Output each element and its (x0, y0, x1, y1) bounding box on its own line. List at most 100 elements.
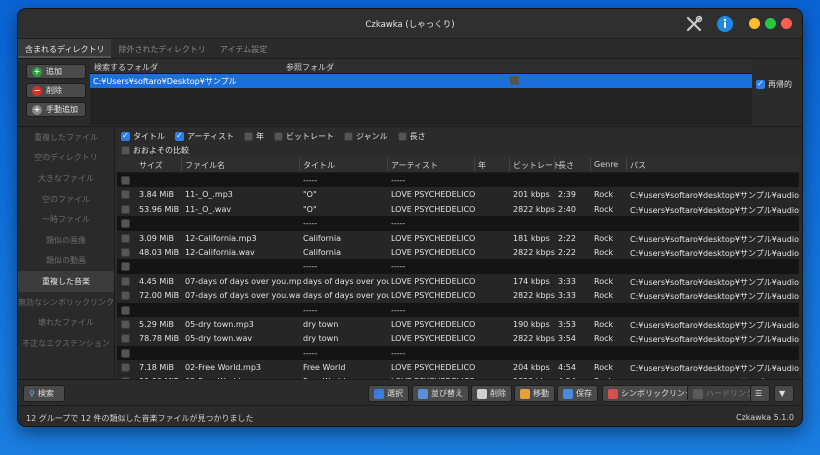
cell-genre: Rock (594, 334, 614, 344)
cell-length: 3:33 (558, 291, 576, 301)
cell-filename: 02-Free World.mp3 (185, 363, 262, 373)
cell-bitrate: 174 kbps (513, 276, 550, 286)
sidebar-item-similar-videos[interactable]: 類似の動画 (18, 251, 114, 272)
row-checkbox[interactable] (121, 305, 130, 315)
reference-folder-checkbox[interactable] (510, 76, 519, 85)
group-header-row[interactable]: ----- ----- (117, 302, 799, 317)
sidebar-item-broken-files[interactable]: 壊れたファイル (18, 312, 114, 333)
settings-tools-icon[interactable] (685, 15, 703, 33)
group-header-row[interactable]: ----- ----- (117, 173, 799, 188)
select-button[interactable]: 選択 (368, 385, 409, 402)
row-checkbox[interactable] (121, 190, 130, 200)
panel-icon: ☰ (755, 389, 763, 398)
row-checkbox[interactable] (121, 247, 130, 257)
toggle-panel-button[interactable]: ☰ (750, 385, 770, 402)
col-filename[interactable]: ファイル名 (181, 158, 225, 171)
cell-title: ----- (303, 176, 318, 185)
minimize-button[interactable] (749, 18, 760, 29)
row-checkbox[interactable] (121, 219, 130, 229)
cell-bitrate: 2822 kbps (513, 291, 555, 301)
col-path[interactable]: パス (626, 158, 646, 171)
table-row[interactable]: 5.29 MiB 05-dry town.mp3 dry town LOVE PSYC… (117, 316, 799, 332)
table-row[interactable]: 78.78 MiB 05-dry town.wav dry town LOVE PSY… (117, 331, 799, 346)
cell-genre: Rock (594, 276, 614, 286)
sidebar-item-invalid-symlinks[interactable]: 無効なシンボリックリンク (18, 292, 114, 313)
group-header-row[interactable]: ----- ----- (117, 216, 799, 231)
table-row[interactable]: 7.18 MiB 02-Free World.mp3 Free World LOVE … (117, 360, 799, 375)
filter-genre[interactable]: ジャンル (344, 131, 388, 142)
close-button[interactable] (781, 18, 792, 29)
move-button[interactable]: 移動 (514, 385, 555, 402)
recursive-checkbox[interactable] (756, 79, 765, 89)
row-checkbox[interactable] (121, 363, 130, 373)
table-row[interactable]: 4.45 MiB 07-days of days over you.mp3 days… (117, 273, 799, 289)
tab-item-settings[interactable]: アイテム設定 (213, 39, 274, 58)
sidebar-item-bad-extensions[interactable]: 不正なエクステンション (18, 333, 114, 354)
cell-length: 4:54 (558, 363, 576, 373)
row-checkbox[interactable] (121, 276, 130, 286)
sidebar-item-duplicate-music[interactable]: 重複した音楽 (18, 271, 114, 292)
cell-size: 72.00 MiB (139, 291, 180, 301)
row-checkbox[interactable] (121, 319, 130, 329)
sidebar-item-big-files[interactable]: 大きなファイル (18, 168, 114, 189)
group-header-row[interactable]: ----- ----- (117, 259, 799, 274)
cell-artist: LOVE PSYCHEDELICO (391, 363, 476, 373)
row-checkbox[interactable] (121, 348, 130, 358)
filter-bitrate[interactable]: ビットレート (274, 131, 334, 142)
table-row[interactable]: 3.09 MiB 12-California.mp3 California LOVE … (117, 230, 799, 245)
table-row[interactable]: 53.96 MiB 11-_O_.wav "O" LOVE PSYCHEDELICO 2… (117, 201, 799, 217)
maximize-button[interactable] (765, 18, 776, 29)
row-checkbox[interactable] (121, 291, 130, 301)
sidebar-item-similar-images[interactable]: 類似の画像 (18, 230, 114, 251)
table-row[interactable]: 48.03 MiB 12-California.wav California LOVE… (117, 244, 799, 260)
symlink-button[interactable]: シンボリックリンク (602, 385, 699, 402)
filter-title[interactable]: タイトル (121, 131, 165, 142)
group-header-row[interactable]: ----- ----- (117, 345, 799, 361)
cell-artist: ----- (391, 348, 406, 358)
col-year[interactable]: 年 (474, 158, 486, 171)
filter-approximate[interactable]: おおよその比較 (121, 145, 189, 156)
tool-sidebar: 重複したファイル 空のディレクトリ 大きなファイル 空のファイル 一時ファイル … (18, 127, 115, 380)
cell-filename: 11-_O_.wav (185, 204, 232, 214)
row-checkbox[interactable] (121, 204, 130, 214)
sort-button[interactable]: 並び替え (412, 385, 469, 402)
cell-artist: LOVE PSYCHEDELICO (391, 334, 476, 344)
about-info-icon[interactable] (716, 15, 734, 33)
row-checkbox[interactable] (121, 262, 130, 272)
filter-year[interactable]: 年 (244, 131, 264, 142)
tab-included-directories[interactable]: 含まれるディレクトリ (18, 39, 112, 58)
sidebar-item-temporary-files[interactable]: 一時ファイル (18, 209, 114, 230)
col-title[interactable]: タイトル (299, 158, 335, 171)
col-search-folder[interactable]: 検索するフォルダ (94, 62, 158, 73)
table-row[interactable]: 3.84 MiB 11-_O_.mp3 "O" LOVE PSYCHEDELICO 20… (117, 187, 799, 202)
tab-excluded-directories[interactable]: 除外されたディレクトリ (111, 39, 212, 58)
remove-directory-button[interactable]: − 削除 (26, 83, 86, 98)
row-checkbox[interactable] (121, 233, 130, 243)
table-row[interactable]: 72.00 MiB 07-days of days over you.wav day… (117, 288, 799, 303)
sidebar-item-duplicate-files[interactable]: 重複したファイル (18, 127, 114, 148)
col-genre[interactable]: Genre (589, 158, 618, 171)
save-button[interactable]: 保存 (557, 385, 598, 402)
col-length[interactable]: 長さ (554, 158, 574, 171)
sidebar-item-empty-directories[interactable]: 空のディレクトリ (18, 148, 114, 169)
manual-add-label: 手動追加 (46, 105, 78, 114)
results-content: タイトル アーティスト 年 ビットレート ジャンル 長さ おおよその比較 サイズ… (117, 127, 799, 380)
row-checkbox[interactable] (121, 176, 130, 185)
manual-add-button[interactable]: + 手動追加 (26, 102, 86, 117)
row-checkbox[interactable] (121, 334, 130, 344)
delete-button[interactable]: 削除 (471, 385, 512, 402)
sidebar-item-empty-files[interactable]: 空のファイル (18, 189, 114, 210)
cell-bitrate: 190 kbps (513, 319, 550, 329)
cell-genre: Rock (594, 363, 614, 373)
col-artist[interactable]: アーティスト (386, 158, 438, 171)
col-reference-folder[interactable]: 参照フォルダ (286, 62, 334, 73)
directory-row[interactable]: C:¥Users¥softaro¥Desktop¥サンプル (90, 74, 752, 88)
folder-icon (520, 388, 530, 399)
filter-length[interactable]: 長さ (397, 131, 426, 142)
filter-artist[interactable]: アーティスト (175, 131, 234, 142)
bottom-panel-button[interactable]: ▼ (774, 385, 794, 402)
recursive-toggle[interactable]: 再帰的 (756, 79, 792, 90)
col-size[interactable]: サイズ (139, 160, 163, 171)
search-button[interactable]: ⚲ 検索 (23, 385, 65, 402)
add-directory-button[interactable]: + 追加 (26, 64, 86, 79)
